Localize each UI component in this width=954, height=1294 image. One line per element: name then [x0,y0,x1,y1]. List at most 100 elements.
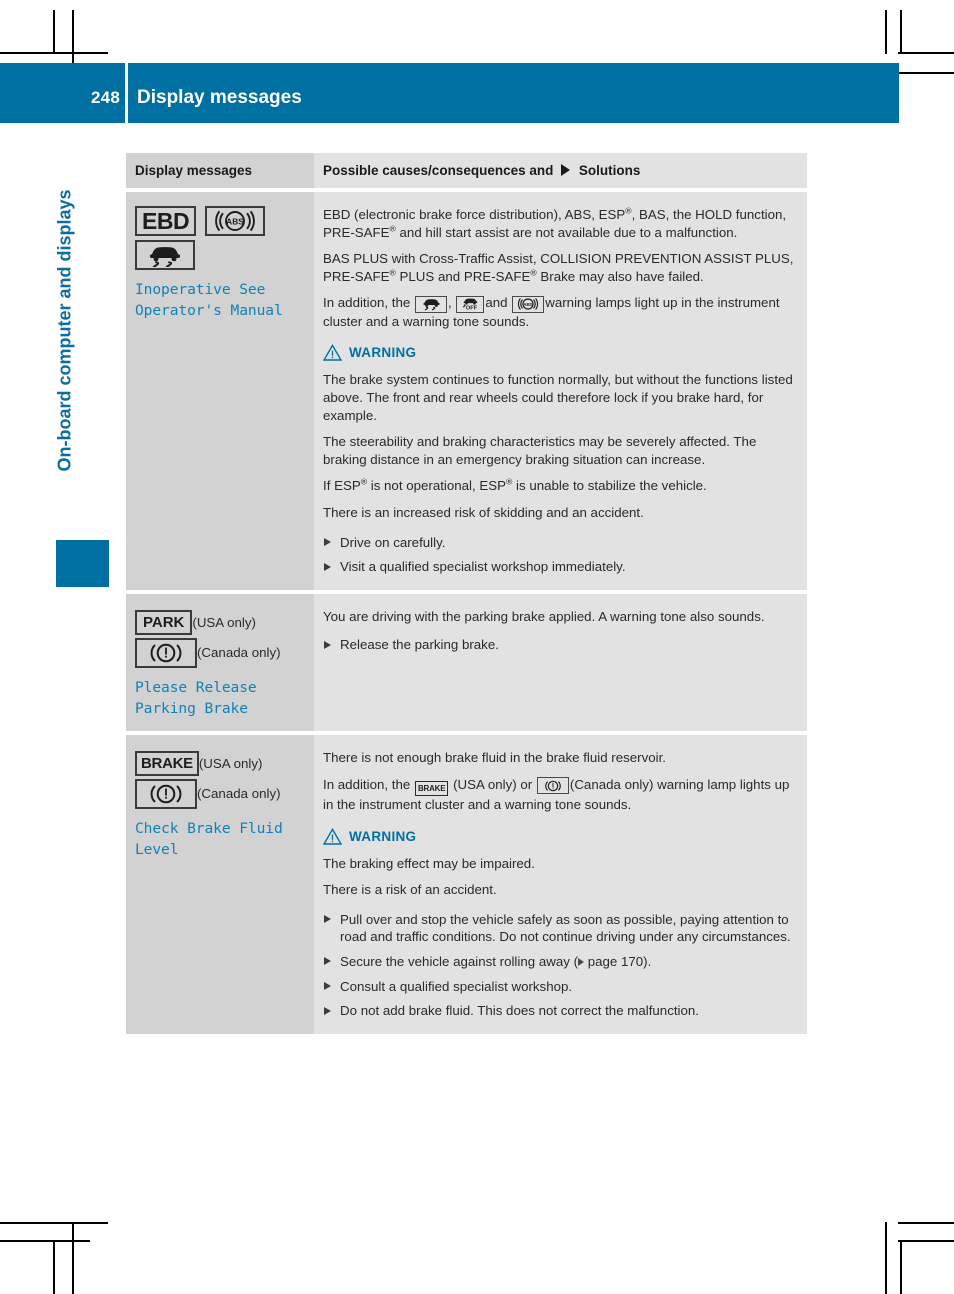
brake-warning-icon-canada [135,779,197,810]
column-header-display-messages: Display messages [126,153,314,188]
bullet-triangle-icon [324,538,331,547]
text-fragment: In addition, the [323,295,411,311]
canada-only-note: (Canada only) [197,786,281,802]
column-header-solutions-text: Solutions [578,163,641,178]
svg-text:OFF: OFF [466,306,478,311]
usa-only-note: (USA only) [198,756,263,772]
solution-bullet: Release the parking brake. [323,636,794,654]
bullet-text: Secure the vehicle against rolling away … [340,954,651,969]
table-row: BRAKE (USA only) (Canada only) Check Brak… [126,735,807,1034]
bullet-text: Do not add brake fluid. This does not co… [340,1003,699,1019]
crop-mark-bottom-right-h1 [898,1222,954,1224]
abs-warning-icon: ABS [204,206,265,236]
text-fragment: Brake may also have failed. [536,268,704,284]
display-message-code: Inoperative See Operator's Manual [135,279,306,321]
page-ref-label: page [587,953,618,969]
bullet-text: Consult a qualified specialist workshop. [340,978,573,994]
bullet-triangle-icon [324,562,331,571]
paragraph: If ESP® is not operational, ESP® is unab… [323,477,794,495]
bullet-text: Pull over and stop the vehicle safely as… [340,911,791,945]
solution-bullet: Visit a qualified specialist workshop im… [323,558,794,576]
page-header-bar [0,63,899,123]
text-fragment: In addition, the [323,776,411,792]
message-code-line: Please Release [135,679,257,697]
row-explanation-cell: EBD (electronic brake force distribution… [314,192,807,590]
crop-mark-bottom-left-h1 [0,1222,108,1224]
usa-only-note: (USA only) [192,614,256,630]
text-fragment: (USA only) or [453,776,533,792]
crop-mark-bottom-right-v2 [900,1240,902,1294]
text-fragment: is unable to stabilize the vehicle. [512,478,707,494]
brake-text-icon-inline: BRAKE [414,780,449,796]
display-messages-table: Display messages Possible causes/consequ… [126,153,807,1034]
crop-mark-top-left-v1 [53,10,55,54]
table-row: EBD ABS Inoperative See Operator's Manua… [126,192,807,590]
bullet-triangle-icon [324,915,331,924]
crop-mark-top-right-v2 [900,10,902,54]
esp-skid-car-icon [135,240,195,270]
warning-heading: WARNING [323,827,794,845]
chapter-tab-marker [56,540,109,587]
message-code-line: Level [135,841,179,859]
display-message-code: Check Brake Fluid Level [135,818,306,860]
page-ref-number: 170). [621,953,652,969]
esp-skid-car-icon-inline [414,295,447,313]
solution-bullet: Pull over and stop the vehicle safely as… [323,911,794,946]
crop-mark-top-left-v2 [72,10,74,64]
header-divider [125,63,128,123]
svg-text:ABS: ABS [226,217,244,227]
brake-warning-icon-inline [536,777,569,795]
crop-mark-bottom-left-v2 [72,1222,74,1294]
abs-warning-icon-inline: ABS [512,295,545,313]
table-header-row: Display messages Possible causes/consequ… [126,153,807,188]
solution-bullet: Consult a qualified specialist workshop. [323,978,794,996]
crop-mark-top-right-h2 [898,72,954,74]
solutions-triangle-icon [561,164,571,176]
table-row: PARK (USA only) (Canada only) Please Rele… [126,593,807,732]
warning-heading: WARNING [323,344,794,362]
bullet-triangle-icon [324,957,331,966]
column-header-causes-text: Possible causes/consequences and [323,163,554,178]
bullet-triangle-icon [324,1006,331,1015]
crop-mark-top-right-v1 [885,10,887,54]
paragraph: BAS PLUS with Cross-Traffic Assist, COLL… [323,250,794,285]
crop-mark-top-right-h1 [898,52,954,54]
row-explanation-cell: You are driving with the parking brake a… [314,593,807,732]
paragraph: You are driving with the parking brake a… [323,608,765,624]
cluster-symbol-group: PARK (USA only) (Canada only) [135,608,306,668]
page-ref-triangle-icon [578,957,584,966]
row-explanation-cell: There is not enough brake fluid in the b… [314,735,807,1034]
message-code-line: Check Brake Fluid [135,820,283,838]
paragraph: In addition, the , OFF and ABS warning l… [323,294,794,330]
row-symbols-cell: PARK (USA only) (Canada only) Please Rele… [126,593,314,732]
cluster-symbol-group: EBD ABS [135,206,306,270]
page-reference: page 170). [578,954,651,969]
solution-bullet: Do not add brake fluid. This does not co… [323,1002,794,1020]
paragraph: In addition, the BRAKE (USA only) or (Ca… [323,776,794,814]
display-message-code: Please Release Parking Brake [135,677,306,719]
solution-bullet: Secure the vehicle against rolling away … [323,953,794,971]
paragraph: There is an increased risk of skidding a… [323,505,644,521]
solution-bullet: Drive on carefully. [323,534,794,552]
text-fragment: PLUS and PRE-SAFE [395,268,531,284]
page-number: 248 [91,88,120,107]
message-code-line: Inoperative See [135,281,266,298]
chapter-title-vertical: On-board computer and displays [54,189,75,472]
bullet-triangle-icon [324,982,331,990]
bullet-triangle-icon [324,640,331,649]
crop-mark-bottom-right-v1 [885,1222,887,1294]
warning-triangle-icon [323,344,342,362]
park-symbol: PARK [135,610,193,636]
warning-label: WARNING [349,828,417,844]
message-code-line: Operator's Manual [135,302,283,319]
crop-mark-bottom-left-h2 [0,1240,90,1242]
row-symbols-cell: EBD ABS Inoperative See Operator's Manua… [126,192,314,590]
warning-triangle-icon [323,827,342,845]
message-code-line: Parking Brake [135,700,248,718]
bullet-text: Visit a qualified specialist workshop im… [340,559,626,575]
paragraph: The steerability and braking characteris… [323,434,757,467]
paragraph: There is a risk of an accident. [323,882,497,898]
text-fragment: Secure the vehicle against rolling away … [340,953,578,969]
paragraph: The braking effect may be impaired. [323,855,535,871]
canada-only-note: (Canada only) [197,645,281,661]
